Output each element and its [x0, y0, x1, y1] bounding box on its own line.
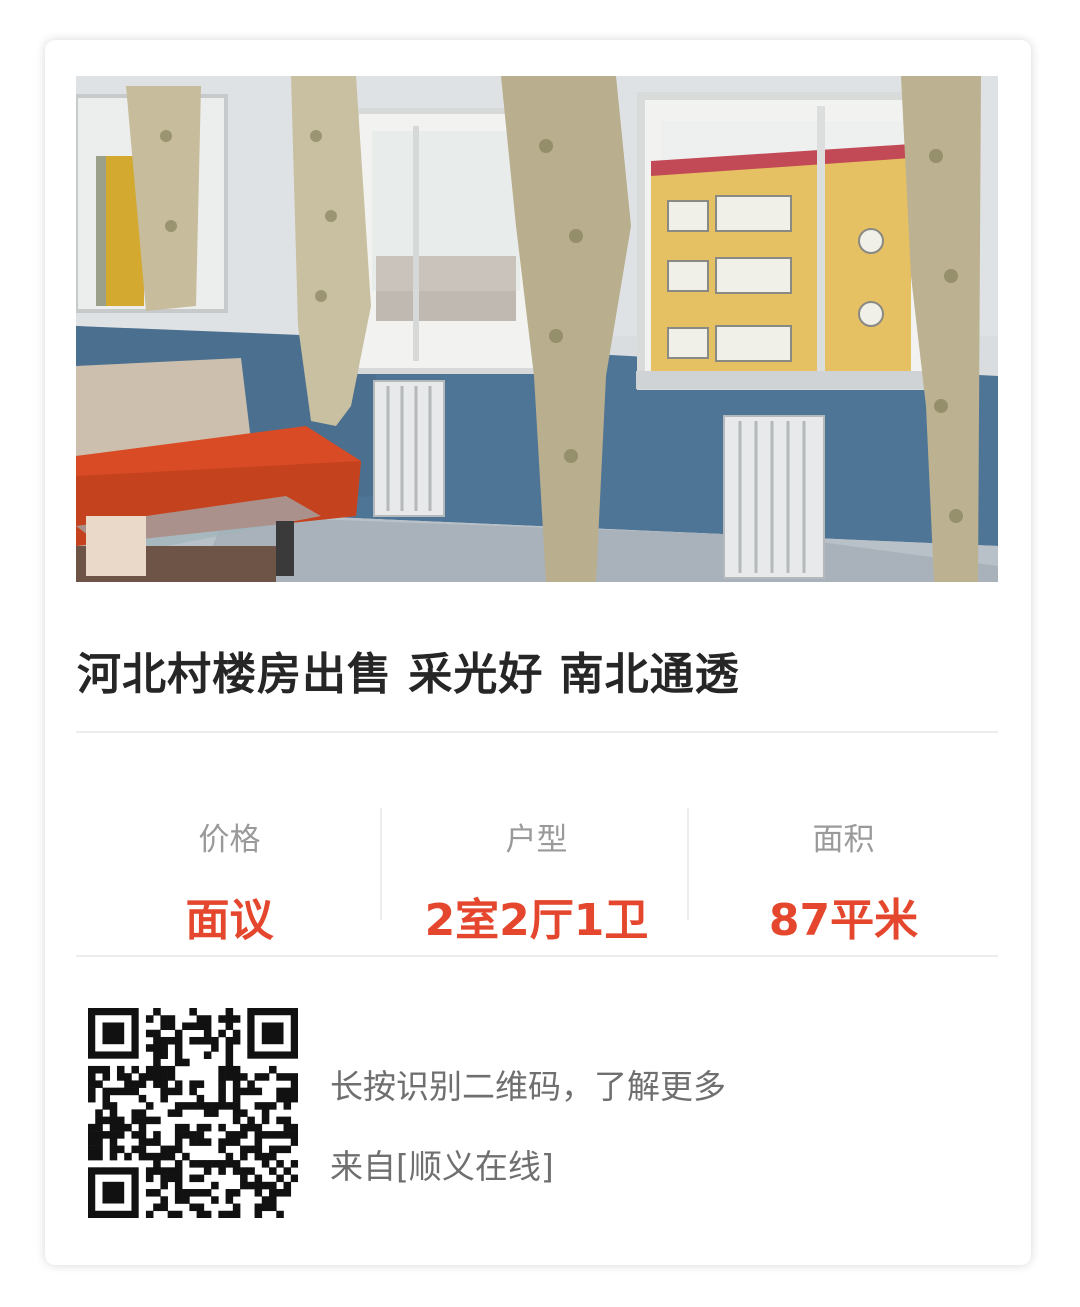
divider-bottom [76, 955, 998, 957]
stat-price: 价格 面议 [76, 770, 383, 956]
stat-divider [687, 808, 689, 920]
listing-title: 河北村楼房出售 采光好 南北通透 [77, 649, 740, 700]
divider-top [76, 731, 998, 733]
stat-layout: 户型 2室2厅1卫 [383, 770, 690, 956]
source-text: 来自[顺义在线] [330, 1147, 554, 1186]
stats-row: 价格 面议 户型 2室2厅1卫 面积 87平米 [76, 770, 998, 956]
stat-layout-value: 2室2厅1卫 [424, 895, 649, 946]
stat-area-value: 87平米 [768, 895, 919, 946]
stat-price-value: 面议 [185, 895, 274, 946]
stat-divider [380, 808, 382, 920]
apartment-photo[interactable] [76, 76, 998, 582]
qr-code-icon[interactable] [88, 1008, 299, 1219]
qr-hint-text: 长按识别二维码，了解更多 [330, 1067, 726, 1106]
stat-area-label: 面积 [812, 822, 875, 858]
listing-card[interactable]: 河北村楼房出售 采光好 南北通透 价格 面议 户型 2室2厅1卫 面积 87平米… [45, 40, 1031, 1265]
stat-price-label: 价格 [198, 822, 261, 858]
stat-layout-label: 户型 [505, 822, 568, 858]
stat-area: 面积 87平米 [690, 770, 997, 956]
